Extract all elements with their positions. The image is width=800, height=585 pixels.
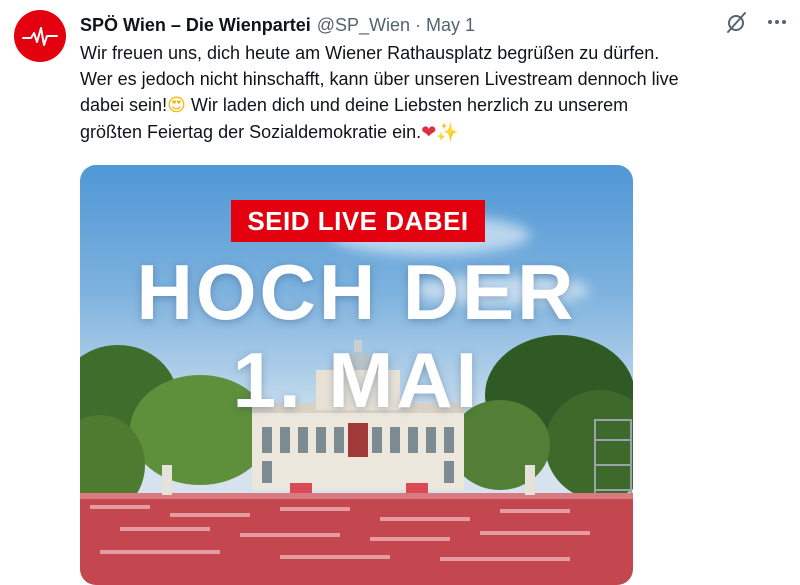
heartbeat-logo-icon	[22, 27, 58, 46]
post-media-image[interactable]: SEID LIVE DABEI HOCH DER 1. MAI	[80, 165, 633, 585]
post-date[interactable]: May 1	[426, 15, 475, 36]
header-actions	[724, 10, 788, 34]
live-banner: SEID LIVE DABEI	[231, 200, 485, 242]
post-text-segment: Wir laden dich und deine Liebsten herzli…	[190, 95, 629, 115]
more-icon[interactable]	[766, 11, 788, 33]
post-text-line: Wir freuen uns, dich heute am Wiener Rat…	[80, 43, 660, 63]
avatar[interactable]	[14, 10, 66, 62]
post-text: Wir freuen uns, dich heute am Wiener Rat…	[80, 40, 790, 146]
post-text-line: dabei sein!😍 Wir laden dich und deine Li…	[80, 92, 790, 119]
author-handle[interactable]: @SP_Wien	[317, 15, 410, 36]
meta-separator: ·	[415, 14, 422, 35]
post-text-segment: dabei sein!	[80, 95, 168, 115]
post-text-segment: größten Feiertag der Sozialdemokratie ei…	[80, 122, 422, 142]
sparkles-emoji: ✨	[436, 122, 459, 143]
heart-eyes-emoji: 😍	[167, 95, 186, 116]
headline-line-2: 1. MAI	[232, 336, 481, 424]
post-text-line: größten Feiertag der Sozialdemokratie ei…	[80, 119, 790, 146]
author-display-name[interactable]: SPÖ Wien – Die Wienpartei	[80, 15, 311, 36]
post-header: SPÖ Wien – Die Wienpartei @SP_Wien · May…	[80, 12, 788, 38]
grok-icon[interactable]	[724, 10, 748, 34]
heart-emoji: ❤	[421, 122, 437, 143]
post-text-line: Wer es jedoch nicht hinschafft, kann übe…	[80, 69, 679, 89]
headline-line-1: HOCH DER	[136, 248, 577, 336]
